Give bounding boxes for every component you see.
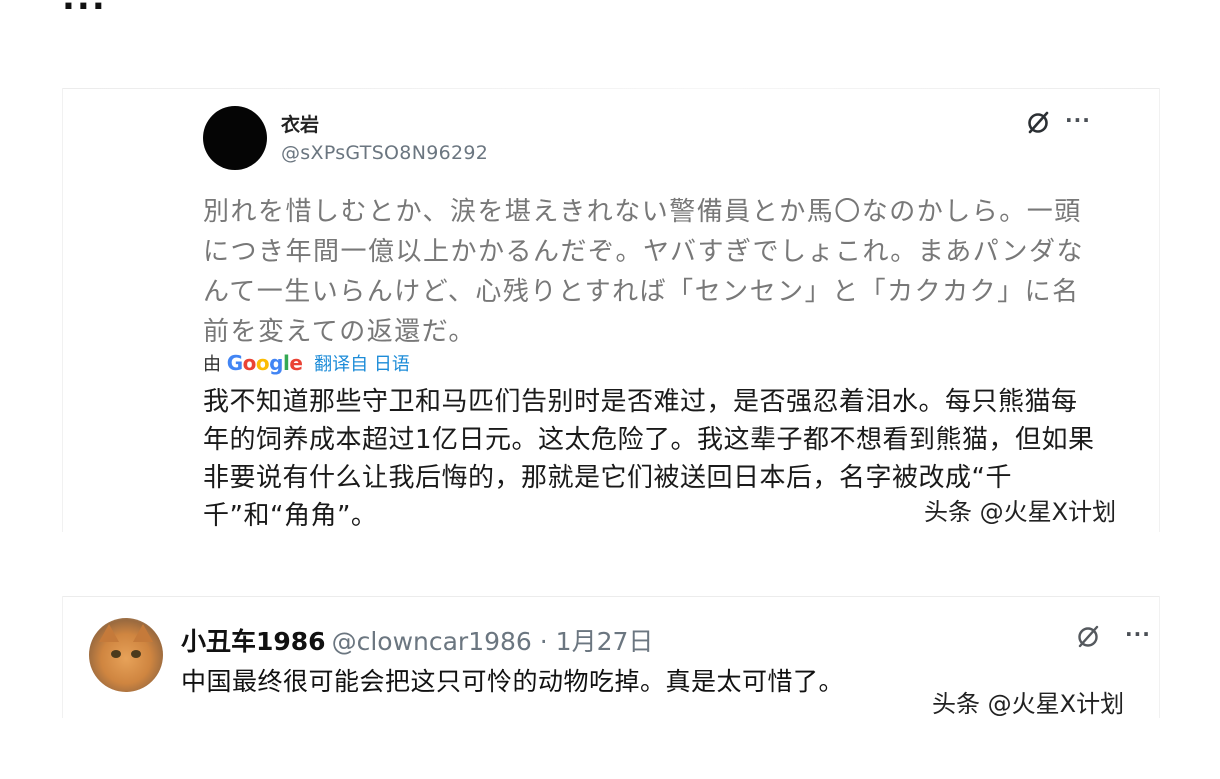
screenshot-page: ... 衣岩 @sXPsGTSO8N96292 ··· 別れを惜しむとか、涙を堪… xyxy=(0,0,1220,779)
translate-prefix: 由 xyxy=(203,354,221,375)
more-horizontal-icon[interactable]: ··· xyxy=(1065,108,1091,132)
grok-slash-icon[interactable] xyxy=(1075,624,1101,650)
avatar[interactable] xyxy=(203,106,267,170)
tweet-original-japanese-text: 別れを惜しむとか、涙を堪えきれない警備員とか馬〇なのかしら。一頭につき年間一億以… xyxy=(203,197,1085,347)
cat-eye-left xyxy=(111,650,121,658)
more-horizontal-icon[interactable]: ··· xyxy=(1125,622,1151,646)
tweet-author-handle[interactable]: @sXPsGTSO8N96292 xyxy=(281,142,488,164)
google-logo: Google xyxy=(226,351,303,375)
watermark-1: 头条 @火星X计划 xyxy=(918,490,1123,529)
tweet-author-line[interactable]: 小丑车1986 @clowncar1986 · 1月27日 xyxy=(181,622,653,658)
tweet-handle-and-date[interactable]: @clowncar1986 · 1月27日 xyxy=(332,627,654,656)
watermark-2: 头条 @火星X计划 xyxy=(926,682,1131,721)
tweet-text: 中国最终很可能会把这只可怜的动物吃掉。真是太可惜了。 xyxy=(181,667,845,696)
translated-from-link[interactable]: 翻译自 日语 xyxy=(314,354,410,375)
cat-ear-right xyxy=(133,624,153,642)
cat-ear-left xyxy=(99,624,119,642)
cropped-heading: ... xyxy=(62,0,107,18)
grok-slash-icon[interactable] xyxy=(1025,110,1051,136)
tweet-card-1[interactable]: 衣岩 @sXPsGTSO8N96292 ··· 別れを惜しむとか、涙を堪えきれな… xyxy=(62,88,1160,532)
tweet-author-name[interactable]: 小丑车1986 xyxy=(181,627,326,656)
translation-attribution: 由 Google 翻译自 日语 xyxy=(203,350,410,376)
tweet-author-name[interactable]: 衣岩 xyxy=(281,110,319,137)
avatar[interactable] xyxy=(89,618,163,692)
cat-eye-right xyxy=(131,650,141,658)
